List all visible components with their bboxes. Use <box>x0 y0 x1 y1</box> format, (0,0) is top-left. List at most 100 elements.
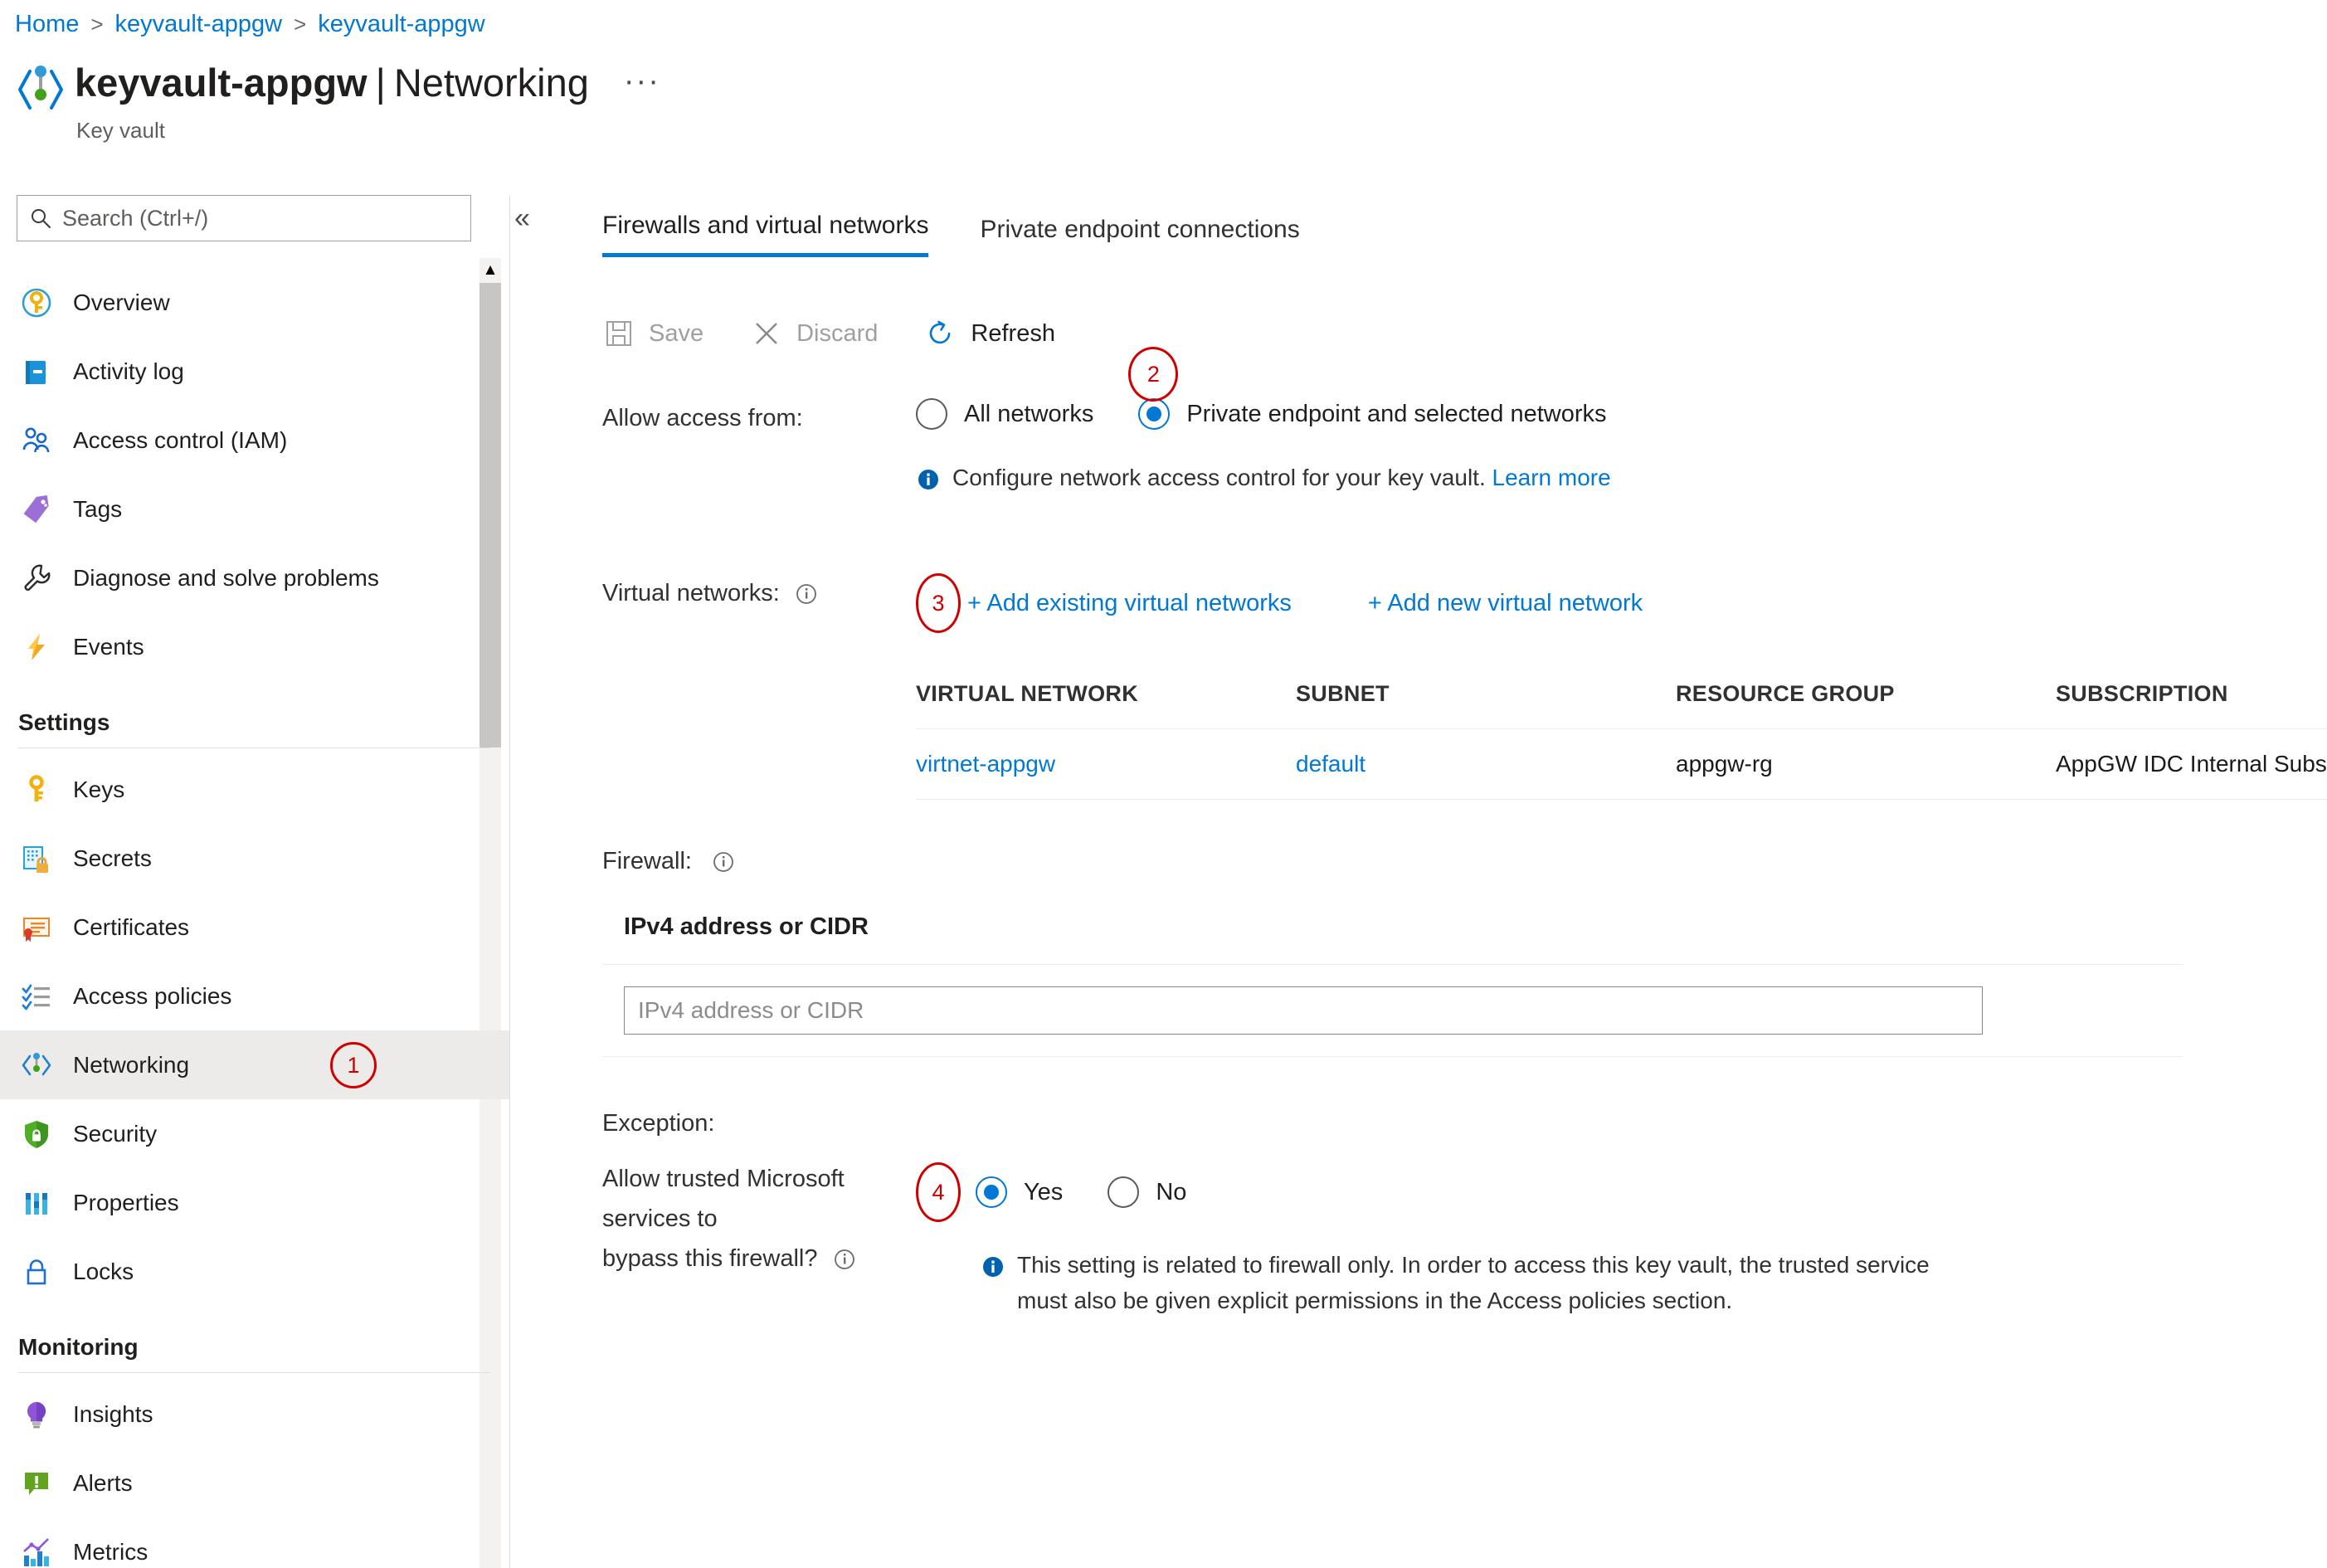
info-circle-icon[interactable] <box>833 1248 856 1271</box>
sidebar-item-secrets[interactable]: Secrets <box>0 824 510 893</box>
command-toolbar: Save Discard Refresh <box>602 317 2261 350</box>
sidebar-item-certificates[interactable]: Certificates <box>0 893 510 962</box>
exception-note-text: This setting is related to firewall only… <box>1017 1252 1930 1313</box>
lightbulb-icon <box>18 1396 55 1433</box>
sidebar-item-tags[interactable]: Tags <box>0 475 510 543</box>
cell-virtual-network[interactable]: virtnet-appgw <box>916 751 1296 777</box>
callout-marker-2: 2 <box>1128 347 1179 402</box>
sidebar-item-networking[interactable]: Networking 1 <box>0 1030 510 1099</box>
sidebar-item-access-policies[interactable]: Access policies <box>0 962 510 1030</box>
info-circle-icon[interactable] <box>795 582 818 606</box>
virtual-networks-table: VIRTUAL NETWORK SUBNET RESOURCE GROUP SU… <box>916 681 2327 800</box>
breadcrumb-item-keyvault[interactable]: keyvault-appgw <box>115 10 283 38</box>
info-circle-icon[interactable] <box>712 850 735 874</box>
key-icon <box>18 772 55 808</box>
properties-icon <box>18 1185 55 1221</box>
sidebar-item-label: Properties <box>73 1189 179 1215</box>
refresh-icon <box>924 317 957 350</box>
page-title-section: Networking <box>393 61 589 105</box>
learn-more-link[interactable]: Learn more <box>1492 465 1611 490</box>
sidebar-item-keys[interactable]: Keys <box>0 755 510 824</box>
page-title: keyvault-appgw | Networking ··· <box>75 60 660 110</box>
sidebar-item-insights[interactable]: Insights <box>0 1380 510 1449</box>
radio-option-all-networks[interactable]: All networks <box>916 398 1093 430</box>
sidebar-divider <box>509 195 510 1568</box>
sidebar-group-title-monitoring: Monitoring <box>18 1334 139 1360</box>
sidebar-item-label: Metrics <box>73 1538 148 1565</box>
activity-log-icon <box>18 353 55 390</box>
sidebar-item-label: Events <box>73 633 144 660</box>
breadcrumb-item-keyvault-current[interactable]: keyvault-appgw <box>318 10 485 38</box>
tag-icon <box>18 491 55 528</box>
sidebar-item-events[interactable]: Events <box>0 612 510 681</box>
sidebar-item-label: Insights <box>73 1400 153 1427</box>
sidebar-search-wrap: Search (Ctrl+/) « <box>17 195 530 241</box>
tab-private-endpoint-connections[interactable]: Private endpoint connections <box>980 216 1299 257</box>
sidebar-item-alerts[interactable]: Alerts <box>0 1449 510 1517</box>
breadcrumb: Home > keyvault-appgw > keyvault-appgw <box>15 10 485 38</box>
add-existing-virtual-networks-button[interactable]: + Add existing virtual networks <box>967 590 1292 617</box>
discard-label: Discard <box>796 319 879 347</box>
sidebar-item-security[interactable]: Security <box>0 1099 510 1168</box>
radio-button-all-networks[interactable] <box>916 398 947 430</box>
key-vault-icon <box>15 60 66 119</box>
firewall-column-header: IPv4 address or CIDR <box>602 913 2183 965</box>
allow-access-label: Allow access from: <box>602 405 803 431</box>
sidebar-item-label: Access policies <box>73 982 232 1009</box>
table-row[interactable]: virtnet-appgw default appgw-rg AppGW IDC… <box>916 728 2327 800</box>
exception-question-line2: bypass this firewall? <box>602 1245 818 1272</box>
search-input[interactable]: Search (Ctrl+/) <box>17 195 471 241</box>
page-subtitle: Key vault <box>76 118 165 143</box>
cell-resource-group: appgw-rg <box>1676 751 1773 777</box>
certificate-icon <box>18 909 55 946</box>
save-icon <box>602 317 635 350</box>
sidebar-item-locks[interactable]: Locks <box>0 1237 510 1306</box>
page-title-resource: keyvault-appgw <box>75 61 368 105</box>
allow-access-radio-group: All networks Private endpoint and select… <box>916 347 2261 430</box>
radio-option-no[interactable]: No <box>1108 1176 1186 1208</box>
allow-access-info-text: Configure network access control for you… <box>952 460 1611 495</box>
radio-option-yes[interactable]: Yes <box>976 1176 1063 1208</box>
sidebar-item-label: Overview <box>73 289 170 315</box>
save-button[interactable]: Save <box>602 317 703 350</box>
discard-button[interactable]: Discard <box>750 317 878 350</box>
radio-option-private-endpoint[interactable]: Private endpoint and selected networks 2 <box>1128 347 1607 430</box>
firewall-input-wrap <box>602 965 2183 1035</box>
exception-body: 4 Yes No This setting is related to fire… <box>916 1159 2261 1318</box>
breadcrumb-item-home[interactable]: Home <box>15 10 79 38</box>
sidebar-item-overview[interactable]: Overview <box>0 268 510 337</box>
radio-button-no[interactable] <box>1108 1176 1140 1208</box>
tab-firewalls-and-virtual-networks[interactable]: Firewalls and virtual networks <box>602 212 929 257</box>
info-message: Configure network access control for you… <box>952 465 1486 490</box>
sidebar-group-divider <box>18 1372 490 1373</box>
page-title-pipe: | <box>375 61 386 105</box>
shield-icon <box>18 1116 55 1152</box>
sidebar-nav-list: Overview Activity log Access control (IA… <box>0 268 510 1568</box>
sidebar-item-properties[interactable]: Properties <box>0 1168 510 1237</box>
firewall-section: Firewall: IPv4 address or CIDR <box>602 848 2261 1057</box>
sidebar-item-activity-log[interactable]: Activity log <box>0 337 510 406</box>
search-placeholder-text: Search (Ctrl+/) <box>62 205 209 231</box>
radio-button-yes[interactable] <box>976 1176 1007 1208</box>
exception-question: Allow trusted Microsoft services to bypa… <box>602 1159 916 1318</box>
ipv4-address-or-cidr-input[interactable] <box>624 986 1983 1035</box>
virtual-networks-label: Virtual networks: <box>602 573 916 800</box>
column-header-subnet: SUBNET <box>1296 681 1390 706</box>
people-icon <box>18 422 55 459</box>
cell-subnet[interactable]: default <box>1296 751 1676 777</box>
sidebar-item-label: Security <box>73 1120 158 1147</box>
chevron-double-left-icon[interactable]: « <box>514 202 530 235</box>
cell-subscription: AppGW IDC Internal Subscr... <box>2056 751 2327 777</box>
radio-label: All networks <box>964 400 1094 427</box>
close-x-icon <box>750 317 783 350</box>
radio-button-private-endpoint[interactable] <box>1138 398 1171 430</box>
exception-row: Allow trusted Microsoft services to bypa… <box>602 1159 2261 1318</box>
secret-lock-icon <box>18 840 55 877</box>
sidebar-item-diagnose[interactable]: Diagnose and solve problems <box>0 543 510 612</box>
refresh-button[interactable]: Refresh <box>924 317 1055 350</box>
sidebar-item-metrics[interactable]: Metrics <box>0 1517 510 1568</box>
add-new-virtual-network-button[interactable]: + Add new virtual network <box>1368 590 1643 617</box>
virtual-networks-label-text: Virtual networks: <box>602 580 780 606</box>
sidebar-item-access-control[interactable]: Access control (IAM) <box>0 406 510 475</box>
more-options-button[interactable]: ··· <box>624 58 660 105</box>
